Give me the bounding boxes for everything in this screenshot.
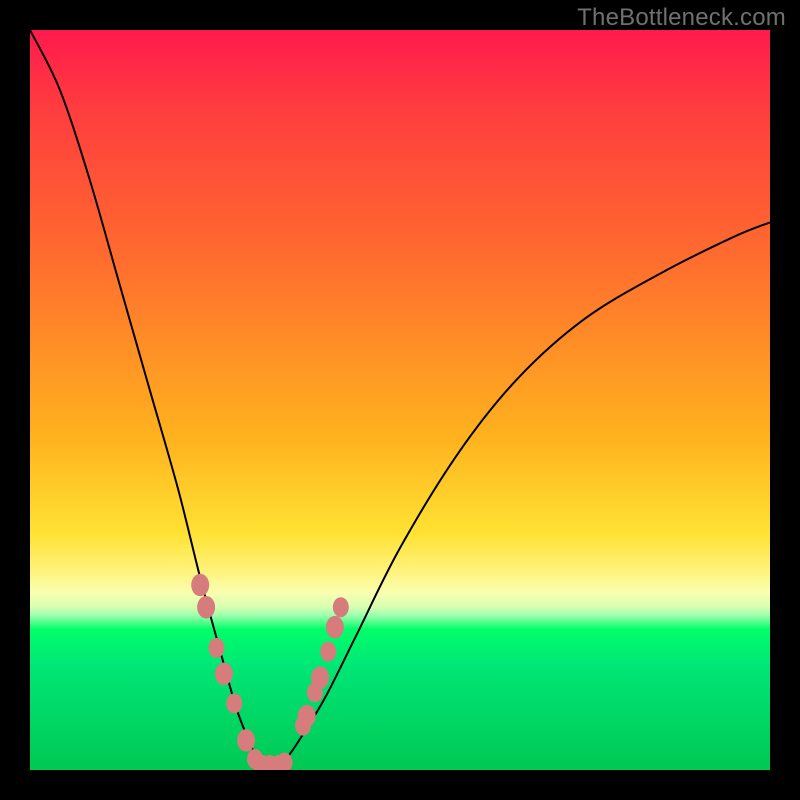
watermark-text: TheBottleneck.com: [577, 4, 786, 32]
chart-plot-area: [30, 30, 770, 770]
chart-frame: TheBottleneck.com: [0, 0, 800, 800]
